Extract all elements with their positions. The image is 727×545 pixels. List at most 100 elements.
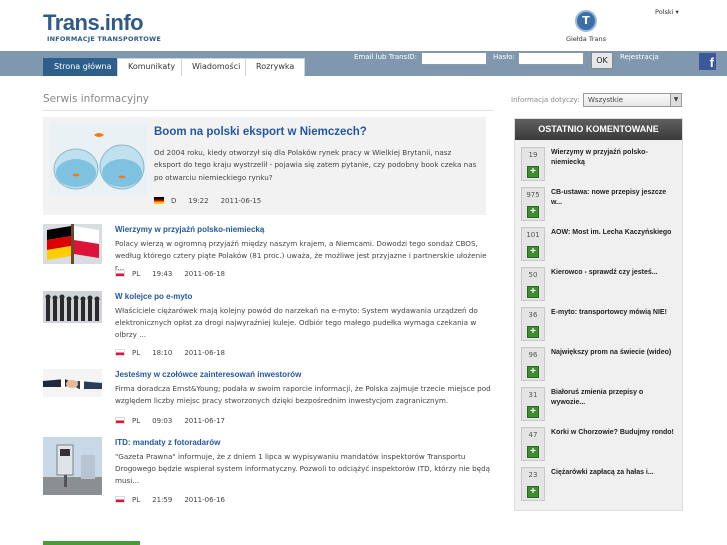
language-selector[interactable]: Polski ▾ bbox=[655, 8, 679, 16]
comment-count-box: 101 + bbox=[521, 227, 545, 261]
section-title: Serwis informacyjny bbox=[43, 93, 150, 105]
filter-value: Wszystkie bbox=[588, 96, 624, 104]
time: 21:59 bbox=[152, 496, 173, 504]
comment-count-box: 36 + bbox=[521, 307, 545, 341]
commented-item: 101 + AOW: Most im. Lecha Kaczyńskiego bbox=[521, 227, 681, 265]
article-image[interactable] bbox=[43, 291, 102, 331]
flag-poland-icon bbox=[115, 417, 125, 424]
flag-poland-icon bbox=[115, 270, 125, 277]
comment-count: 101 bbox=[526, 231, 540, 239]
tab-strona-glowna[interactable]: Strona główna bbox=[43, 58, 123, 76]
featured-title[interactable]: Boom na polski eksport w Niemczech? bbox=[154, 126, 367, 138]
article-meta: PL 09:03 2011-06-17 bbox=[115, 417, 225, 425]
comment-count: 36 bbox=[528, 311, 538, 319]
tab-wiadomosci[interactable]: Wiadomości bbox=[181, 58, 252, 76]
chevron-down-icon: ▾ bbox=[675, 8, 679, 16]
date: 2011-06-18 bbox=[184, 349, 225, 357]
comment-count: 47 bbox=[528, 431, 538, 439]
commented-item: 96 + Największy prom na świecie (wideo) bbox=[521, 347, 681, 385]
header: Trans.info INFORMACJE TRANSPORTOWE T Gie… bbox=[0, 0, 727, 51]
divider bbox=[43, 110, 493, 111]
commented-title[interactable]: E-myto: transportowcy mówią NIE! bbox=[551, 308, 679, 318]
article-image[interactable] bbox=[43, 437, 102, 495]
plus-icon[interactable]: + bbox=[527, 286, 539, 298]
email-field[interactable] bbox=[421, 52, 487, 65]
article-title[interactable]: Jesteśmy w czołówce zainteresowań inwest… bbox=[115, 370, 301, 379]
logo-subtitle: INFORMACJE TRANSPORTOWE bbox=[47, 35, 161, 43]
plus-icon[interactable]: + bbox=[527, 246, 539, 258]
date: 2011-06-18 bbox=[184, 270, 225, 278]
commented-item: 36 + E-myto: transportowcy mówią NIE! bbox=[521, 307, 681, 345]
commented-title[interactable]: Korki w Chorzowie? Budujmy rondo! bbox=[551, 428, 679, 438]
plus-icon[interactable]: + bbox=[527, 206, 539, 218]
comment-count-box: 96 + bbox=[521, 347, 545, 381]
comment-count: 31 bbox=[528, 391, 538, 399]
country-code: PL bbox=[132, 496, 141, 504]
plus-icon[interactable]: + bbox=[527, 446, 539, 458]
commented-title[interactable]: CB-ustawa: nowe przepisy jeszcze w... bbox=[551, 188, 679, 208]
time: 19:43 bbox=[152, 270, 173, 278]
plus-icon[interactable]: + bbox=[527, 326, 539, 338]
nav-bar: Strona główna Komunikaty Wiadomości Rozr… bbox=[0, 51, 727, 76]
language-label: Polski bbox=[655, 8, 674, 16]
article-title[interactable]: W kolejce po e-myto bbox=[115, 292, 192, 301]
comment-count-box: 19 + bbox=[521, 147, 545, 181]
article-body: Właściciele ciężarówek mają kolejny powó… bbox=[115, 306, 478, 340]
article-image[interactable] bbox=[43, 369, 102, 409]
plus-icon[interactable]: + bbox=[527, 486, 539, 498]
commented-item: 50 + Kierowco - sprawdź czy jesteś... bbox=[521, 267, 681, 305]
comment-count-box: 47 + bbox=[521, 427, 545, 461]
article-item: W kolejce po e-myto Właściciele ciężarów… bbox=[43, 291, 495, 357]
flag-poland-icon bbox=[115, 349, 125, 356]
bottom-green-button[interactable] bbox=[43, 541, 140, 545]
commented-item: 47 + Korki w Chorzowie? Budujmy rondo! bbox=[521, 427, 681, 465]
comment-count: 50 bbox=[528, 271, 538, 279]
country-code: D bbox=[171, 197, 177, 205]
login-ok-button[interactable]: OK bbox=[591, 52, 613, 69]
commented-item: 19 + Wierzymy w przyjaźń polsko-niemieck… bbox=[521, 147, 681, 185]
panel-title: OSTATNIO KOMENTOWANE bbox=[515, 119, 682, 140]
article-title[interactable]: ITD: mandaty z fotoradarów bbox=[115, 438, 220, 447]
featured-image[interactable] bbox=[50, 123, 147, 195]
article-item: ITD: mandaty z fotoradarów "Gazeta Prawn… bbox=[43, 437, 495, 504]
commented-title[interactable]: AOW: Most im. Lecha Kaczyńskiego bbox=[551, 228, 679, 238]
filter-label: Informacja dotyczy: bbox=[511, 96, 580, 104]
email-label: Email lub TransID: bbox=[354, 53, 418, 61]
article-meta: PL 18:10 2011-06-18 bbox=[115, 349, 225, 357]
gielda-trans-label: Giełda Trans bbox=[565, 35, 607, 43]
commented-title[interactable]: Ciężarówki zapłacą za hałas i... bbox=[551, 468, 679, 478]
country-code: PL bbox=[132, 417, 141, 425]
password-field[interactable] bbox=[518, 52, 584, 65]
commented-item: 31 + Białoruś zmienia przepisy o wywozie… bbox=[521, 387, 681, 425]
commented-title[interactable]: Białoruś zmienia przepisy o wywozie... bbox=[551, 388, 679, 408]
commented-item: 23 + Ciężarówki zapłacą za hałas i... bbox=[521, 467, 681, 505]
register-link[interactable]: Rejestracja bbox=[620, 53, 659, 61]
article-title[interactable]: Wierzymy w przyjaźń polsko-niemiecką bbox=[115, 225, 264, 234]
article-item: Jesteśmy w czołówce zainteresowań inwest… bbox=[43, 369, 495, 435]
tab-rozrywka[interactable]: Rozrywka bbox=[245, 58, 306, 76]
country-code: PL bbox=[132, 270, 141, 278]
plus-icon[interactable]: + bbox=[527, 166, 539, 178]
article-meta: PL 19:43 2011-06-18 bbox=[115, 270, 225, 278]
commented-title[interactable]: Kierowco - sprawdź czy jesteś... bbox=[551, 268, 679, 278]
comment-count: 975 bbox=[526, 191, 540, 199]
facebook-icon[interactable]: f bbox=[699, 53, 716, 70]
comment-count: 19 bbox=[528, 151, 538, 159]
commented-title[interactable]: Wierzymy w przyjaźń polsko-niemiecką bbox=[551, 148, 679, 168]
comment-count-box: 975 + bbox=[521, 187, 545, 221]
article-body: "Gazeta Prawna" informuje, że z dniem 1 … bbox=[115, 452, 491, 486]
article-body: Firma doradcza Ernst&Young; podała w swo… bbox=[115, 384, 491, 406]
commented-title[interactable]: Największy prom na świecie (wideo) bbox=[551, 348, 679, 358]
filter-select[interactable]: Wszystkie ▼ bbox=[583, 93, 682, 107]
logo-title[interactable]: Trans.info bbox=[43, 10, 144, 36]
plus-icon[interactable]: + bbox=[527, 366, 539, 378]
comment-count-box: 31 + bbox=[521, 387, 545, 421]
tab-komunikaty[interactable]: Komunikaty bbox=[117, 58, 187, 76]
plus-icon[interactable]: + bbox=[527, 406, 539, 418]
gielda-trans-link[interactable]: T Giełda Trans bbox=[565, 10, 607, 43]
recently-commented-panel: OSTATNIO KOMENTOWANE 19 + Wierzymy w prz… bbox=[514, 118, 683, 511]
gielda-trans-icon: T bbox=[575, 10, 597, 32]
article-image[interactable] bbox=[43, 224, 102, 264]
date: 2011-06-16 bbox=[184, 496, 225, 504]
featured-article: Boom na polski eksport w Niemczech? Od 2… bbox=[43, 117, 486, 215]
